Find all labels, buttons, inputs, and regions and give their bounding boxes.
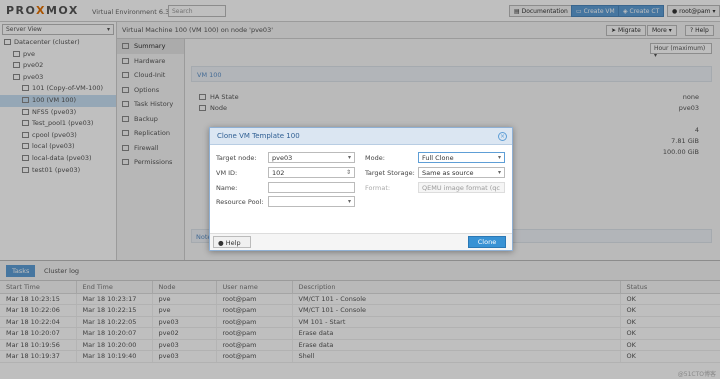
- target-storage-label: Target Storage:: [365, 169, 415, 177]
- vmid-field[interactable]: 102 ⇕: [268, 167, 355, 178]
- target-node-select[interactable]: pve03 ▾: [268, 152, 355, 163]
- target-node-label: Target node:: [216, 154, 257, 162]
- target-storage-select[interactable]: Same as source ▾: [418, 167, 505, 178]
- name-field[interactable]: [268, 182, 355, 193]
- clone-dialog: Clone VM Template 100 × Target node: pve…: [209, 127, 513, 251]
- vmid-label: VM ID:: [216, 169, 238, 177]
- question-icon: ●: [218, 239, 226, 247]
- dialog-footer: ● Help Clone: [210, 233, 512, 250]
- dialog-title: Clone VM Template 100: [217, 132, 300, 140]
- dialog-title-bar: Clone VM Template 100 ×: [210, 128, 512, 145]
- dialog-help-button[interactable]: ● Help: [213, 236, 251, 248]
- mode-label: Mode:: [365, 154, 385, 162]
- mode-select[interactable]: Full Clone ▾: [418, 152, 505, 163]
- name-label: Name:: [216, 184, 238, 192]
- format-label: Format:: [365, 184, 391, 192]
- chevron-down-icon: ▾: [347, 198, 351, 205]
- watermark: @51CTO博客: [677, 371, 716, 378]
- clone-button[interactable]: Clone: [468, 236, 506, 248]
- stepper-icon: ⇕: [345, 169, 351, 176]
- close-icon[interactable]: ×: [498, 132, 507, 141]
- resource-pool-label: Resource Pool:: [216, 198, 264, 206]
- chevron-down-icon: ▾: [497, 154, 501, 161]
- format-select: QEMU image format (qc: [418, 182, 505, 193]
- chevron-down-icon: ▾: [347, 154, 351, 161]
- chevron-down-icon: ▾: [497, 169, 501, 176]
- resource-pool-select[interactable]: ▾: [268, 196, 355, 207]
